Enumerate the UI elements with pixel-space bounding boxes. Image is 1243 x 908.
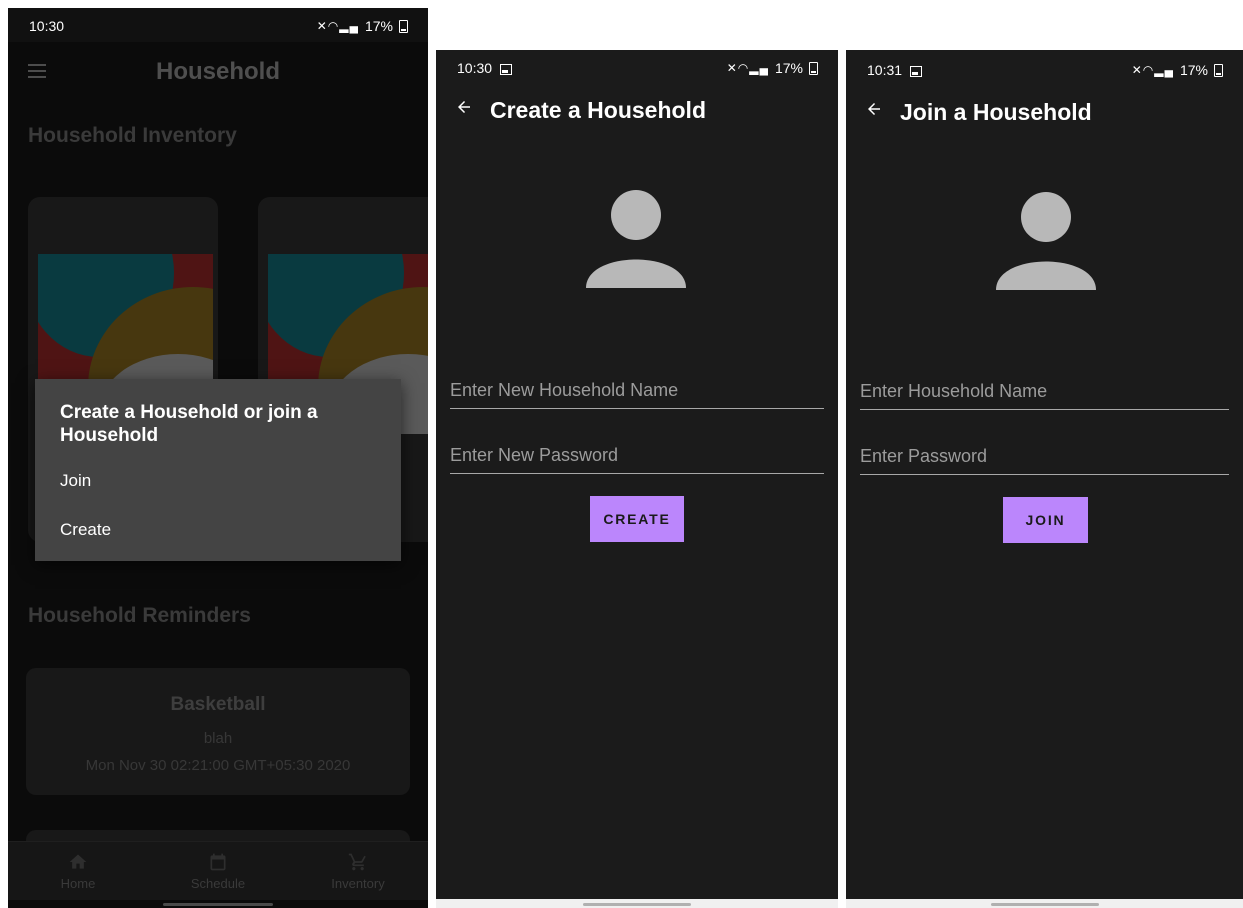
join-household-screen: 10:31 ✕◠▂▄ 17% Join a Household JOIN [846, 50, 1243, 908]
page-title: Create a Household [490, 97, 706, 123]
household-name-input[interactable] [860, 373, 1229, 409]
battery-percent: 17% [364, 18, 393, 34]
top-app-bar: Household [8, 42, 428, 98]
status-bar: 10:31 ✕◠▂▄ 17% [846, 52, 1243, 86]
battery-icon [1214, 63, 1223, 77]
person-avatar-icon [586, 190, 686, 288]
person-avatar-icon [996, 192, 1096, 290]
battery-percent: 17% [774, 60, 803, 76]
cart-icon [348, 853, 366, 871]
status-bar: 10:30 ✕◠▂▄ 17% [436, 50, 838, 84]
household-name-field[interactable] [450, 372, 824, 409]
status-icons: ✕◠▂▄ 17% [1132, 62, 1223, 78]
password-field[interactable] [450, 437, 824, 474]
gesture-bar [436, 899, 838, 908]
dialog-option-create[interactable]: Create [60, 520, 111, 540]
password-input[interactable] [860, 438, 1229, 474]
create-household-screen: 10:30 ✕◠▂▄ 17% Create a Household CREATE [436, 50, 838, 908]
image-notification-icon [500, 63, 513, 75]
battery-icon [809, 61, 818, 75]
status-icons: ✕◠▂▄ 17% [727, 60, 818, 76]
top-app-bar: Join a Household [846, 86, 1243, 142]
status-icons: ✕◠▂▄ 17% [317, 18, 408, 34]
page-title: Join a Household [900, 99, 1092, 125]
household-name-field[interactable] [860, 373, 1229, 410]
reminder-description: blah [203, 730, 233, 747]
home-screen: 10:30 ✕◠▂▄ 17% Household Household Inven… [8, 8, 428, 908]
join-button[interactable]: JOIN [1003, 497, 1088, 543]
reminder-title: Basketball [170, 694, 266, 715]
household-name-input[interactable] [450, 372, 824, 408]
household-dialog: Create a Household or join a Household J… [35, 379, 401, 561]
gesture-bar [846, 899, 1243, 908]
home-icon [69, 854, 87, 869]
calendar-icon [210, 853, 226, 871]
page-title: Household [156, 58, 280, 85]
image-notification-icon [910, 65, 923, 77]
status-time: 10:31 [867, 62, 923, 78]
reminders-heading: Household Reminders [28, 604, 251, 627]
reminder-card[interactable]: Basketball blah Mon Nov 30 02:21:00 GMT+… [26, 668, 410, 795]
status-time: 10:30 [457, 60, 513, 76]
status-time: 10:30 [29, 18, 65, 34]
nav-home[interactable]: Home [8, 842, 148, 900]
password-field[interactable] [860, 438, 1229, 475]
signal-icons: ✕◠▂▄ [1131, 63, 1174, 77]
nav-schedule-label: Schedule [190, 876, 246, 891]
nav-schedule[interactable]: Schedule [148, 842, 288, 900]
password-input[interactable] [450, 437, 824, 473]
status-bar: 10:30 ✕◠▂▄ 17% [8, 8, 428, 42]
reminder-date: Mon Nov 30 02:21:00 GMT+05:30 2020 [85, 757, 351, 774]
signal-icons: ✕◠▂▄ [316, 19, 359, 33]
signal-icons: ✕◠▂▄ [726, 61, 769, 75]
nav-inventory-label: Inventory [331, 876, 385, 891]
create-button[interactable]: CREATE [590, 496, 684, 542]
bottom-navigation: Home Schedule Inventory [8, 841, 428, 900]
back-arrow-icon[interactable] [865, 100, 883, 118]
nav-home-label: Home [60, 876, 96, 891]
dialog-title: Create a Household or join a Household [60, 402, 318, 446]
nav-inventory[interactable]: Inventory [288, 842, 428, 900]
battery-percent: 17% [1179, 62, 1208, 78]
back-arrow-icon[interactable] [455, 98, 473, 116]
home-indicator [163, 903, 273, 906]
dialog-option-join[interactable]: Join [60, 471, 91, 491]
inventory-heading: Household Inventory [28, 124, 237, 147]
battery-icon [399, 19, 408, 33]
top-app-bar: Create a Household [436, 84, 838, 140]
